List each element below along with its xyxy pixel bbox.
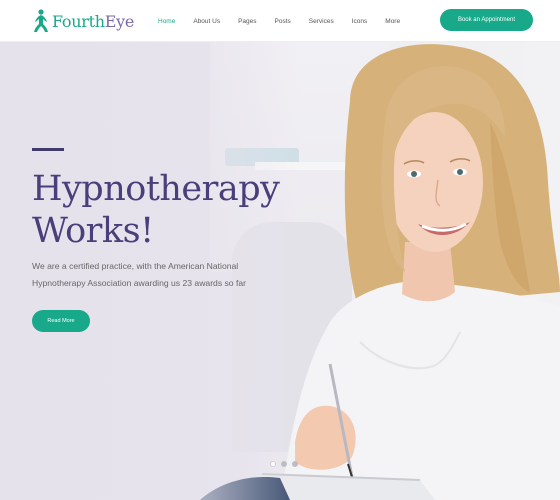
title-accent-line bbox=[32, 148, 64, 151]
hero-slider: Hypnotherapy Works! We are a certified p… bbox=[0, 42, 560, 500]
nav-item-services[interactable]: Services bbox=[309, 18, 334, 25]
hero-description: We are a certified practice, with the Am… bbox=[32, 261, 247, 288]
main-menu: Home About Us Pages Posts Services Icons… bbox=[158, 0, 418, 42]
slider-dots bbox=[270, 461, 298, 467]
top-navbar: FourthEye Home About Us Pages Posts Serv… bbox=[0, 0, 560, 42]
slider-dot-2[interactable] bbox=[281, 461, 287, 467]
hero-title-line-1: Hypnotherapy bbox=[32, 169, 280, 209]
brand-name: FourthEye bbox=[52, 11, 135, 31]
hero-title-line-2: Works! bbox=[32, 211, 154, 251]
meditating-figure-icon bbox=[34, 9, 48, 32]
slider-dot-3[interactable] bbox=[292, 461, 298, 467]
hero-title: Hypnotherapy Works! bbox=[32, 168, 280, 252]
read-more-button[interactable]: Read More bbox=[32, 310, 90, 332]
slider-dot-1[interactable] bbox=[270, 461, 276, 467]
nav-item-home[interactable]: Home bbox=[158, 18, 175, 25]
nav-item-pages[interactable]: Pages bbox=[238, 18, 256, 25]
book-appointment-button[interactable]: Book an Appointment bbox=[440, 9, 533, 31]
nav-item-more[interactable]: More bbox=[385, 18, 400, 25]
logo[interactable]: FourthEye bbox=[32, 7, 134, 35]
nav-item-icons[interactable]: Icons bbox=[352, 18, 368, 25]
nav-item-about-us[interactable]: About Us bbox=[193, 18, 220, 25]
nav-item-posts[interactable]: Posts bbox=[275, 18, 291, 25]
